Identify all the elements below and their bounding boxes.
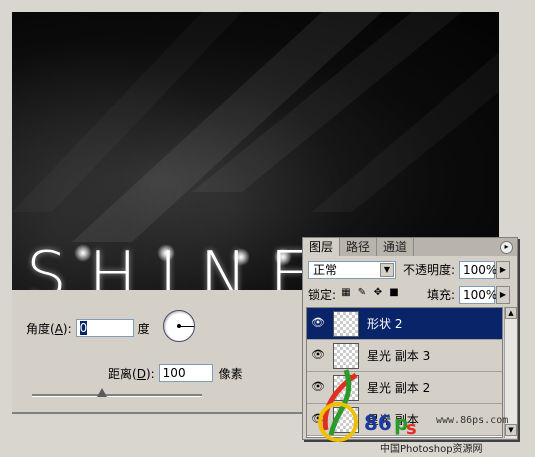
angle-label: 角度(A): [26, 321, 72, 336]
panel-tabs: 图层 路径 通道 [303, 238, 517, 256]
lock-controls: ▦ ✎ ✥ ■ [341, 288, 399, 298]
tab-paths[interactable]: 路径 [340, 238, 378, 256]
layer-thumbnail [333, 343, 359, 369]
star-flare [232, 248, 250, 266]
angle-input[interactable]: 0 [75, 319, 134, 337]
eye-icon[interactable]: 👁 [309, 412, 327, 426]
layer-row[interactable]: 👁 形状 2 [307, 308, 502, 340]
lock-all-icon[interactable]: ■ [389, 288, 399, 298]
layer-name: 形状 2 [367, 317, 403, 331]
layer-thumbnail [333, 311, 359, 337]
distance-unit: 像素 [218, 366, 243, 381]
distance-slider-thumb[interactable] [97, 388, 107, 397]
layer-row[interactable]: 👁 星光 副本 [307, 404, 502, 436]
distance-label: 距离(D): [108, 366, 155, 381]
opacity-input[interactable]: 100% [459, 261, 497, 279]
panel-menu-arrow-icon[interactable]: ▸ [500, 241, 513, 254]
angle-unit: 度 [137, 321, 150, 336]
angle-row: 角度(A): 0 度 [26, 319, 150, 337]
layer-name: 星光 副本 3 [367, 349, 431, 363]
distance-row: 距离(D): 100 像素 [108, 364, 243, 382]
fill-input[interactable]: 100% [459, 286, 497, 304]
lock-brush-icon[interactable]: ✎ [357, 288, 367, 298]
lock-label: 锁定: [308, 288, 337, 302]
opacity-arrow-icon[interactable]: ▶ [496, 261, 510, 279]
blend-mode-value: 正常 [313, 263, 338, 277]
layer-thumbnail [333, 375, 359, 401]
watermark-caption: 中国Photoshop资源网 [380, 444, 483, 455]
layer-row[interactable]: 👁 星光 副本 2 [307, 372, 502, 404]
eye-icon[interactable]: 👁 [309, 380, 327, 394]
eye-icon[interactable]: 👁 [309, 348, 327, 362]
lock-transparency-icon[interactable]: ▦ [341, 288, 351, 298]
blend-mode-select[interactable]: 正常 ▼ [308, 261, 396, 279]
tab-channels[interactable]: 通道 [377, 238, 415, 256]
angle-needle [179, 326, 194, 327]
fill-label: 填充: [427, 288, 456, 302]
distance-slider-track[interactable] [32, 394, 202, 397]
layer-list-scrollbar[interactable]: ▲ ▼ [504, 307, 517, 438]
layers-panel: 图层 路径 通道 ▸ 正常 ▼ 不透明度: 100% ▶ 锁定: ▦ ✎ ✥ ■… [302, 237, 518, 440]
layer-style-dialog: 角度(A): 0 度 距离(D): 100 像素 [12, 290, 307, 414]
layer-thumbnail [333, 407, 359, 433]
chevron-down-icon: ▼ [380, 263, 394, 277]
lock-move-icon[interactable]: ✥ [373, 288, 383, 298]
opacity-label: 不透明度: [403, 263, 456, 277]
layer-list: 👁 形状 2 👁 星光 副本 3 👁 星光 副本 2 👁 星光 副本 [306, 307, 503, 438]
layer-name: 星光 副本 2 [367, 381, 431, 395]
star-flare [74, 244, 92, 262]
star-flare [274, 248, 292, 266]
layer-name: 星光 副本 [367, 413, 419, 427]
angle-center [177, 324, 181, 328]
distance-input[interactable]: 100 [158, 364, 213, 382]
fill-arrow-icon[interactable]: ▶ [496, 286, 510, 304]
tab-layers[interactable]: 图层 [303, 238, 341, 256]
angle-dial[interactable] [163, 310, 195, 342]
eye-icon[interactable]: 👁 [309, 316, 327, 330]
scroll-down-icon[interactable]: ▼ [505, 424, 517, 436]
scroll-up-icon[interactable]: ▲ [505, 307, 517, 319]
layer-row[interactable]: 👁 星光 副本 3 [307, 340, 502, 372]
star-flare [157, 244, 175, 262]
